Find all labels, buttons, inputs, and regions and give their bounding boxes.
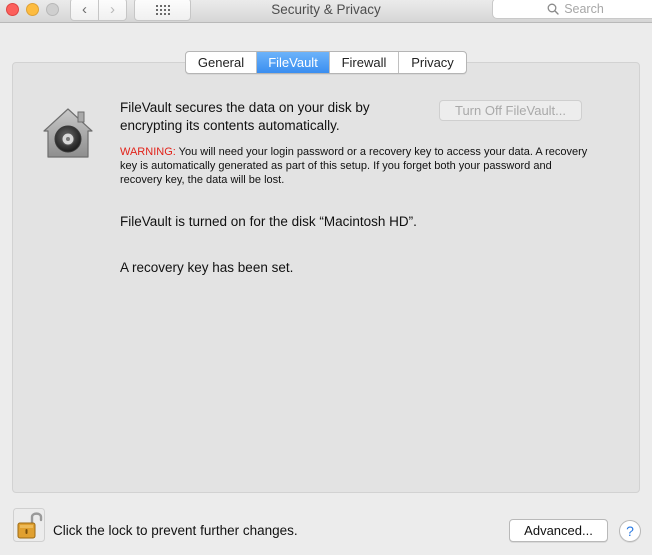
filevault-house-icon bbox=[43, 108, 93, 158]
tab-privacy[interactable]: Privacy bbox=[398, 52, 466, 73]
help-button[interactable]: ? bbox=[619, 520, 641, 542]
warning-label: WARNING: bbox=[120, 146, 176, 158]
lock-button[interactable] bbox=[13, 508, 45, 547]
filevault-description: FileVault secures the data on your disk … bbox=[120, 100, 370, 133]
search-field[interactable]: Search bbox=[492, 0, 652, 19]
advanced-button[interactable]: Advanced... bbox=[509, 519, 608, 542]
recovery-key-status-text: A recovery key has been set. bbox=[120, 260, 294, 275]
tab-bar: General FileVault Firewall Privacy bbox=[185, 51, 467, 74]
filevault-panel: FileVault secures the data on your disk … bbox=[12, 62, 640, 493]
open-lock-icon bbox=[13, 508, 45, 542]
security-privacy-window: ‹ › Security & Privacy Search General Fi… bbox=[0, 0, 652, 555]
tab-general[interactable]: General bbox=[186, 52, 256, 73]
search-icon bbox=[547, 3, 559, 15]
tab-filevault[interactable]: FileVault bbox=[256, 52, 329, 73]
disk-status-text: FileVault is turned on for the disk “Mac… bbox=[120, 214, 417, 229]
warning-text: You will need your login password or a r… bbox=[120, 146, 588, 186]
search-placeholder: Search bbox=[564, 1, 604, 16]
warning-message: WARNING: You will need your login passwo… bbox=[120, 145, 590, 187]
title-bar: ‹ › Security & Privacy Search bbox=[0, 0, 652, 23]
tab-firewall[interactable]: Firewall bbox=[329, 52, 398, 73]
lock-instruction-text: Click the lock to prevent further change… bbox=[53, 523, 298, 538]
turn-off-filevault-button[interactable]: Turn Off FileVault... bbox=[439, 100, 582, 121]
